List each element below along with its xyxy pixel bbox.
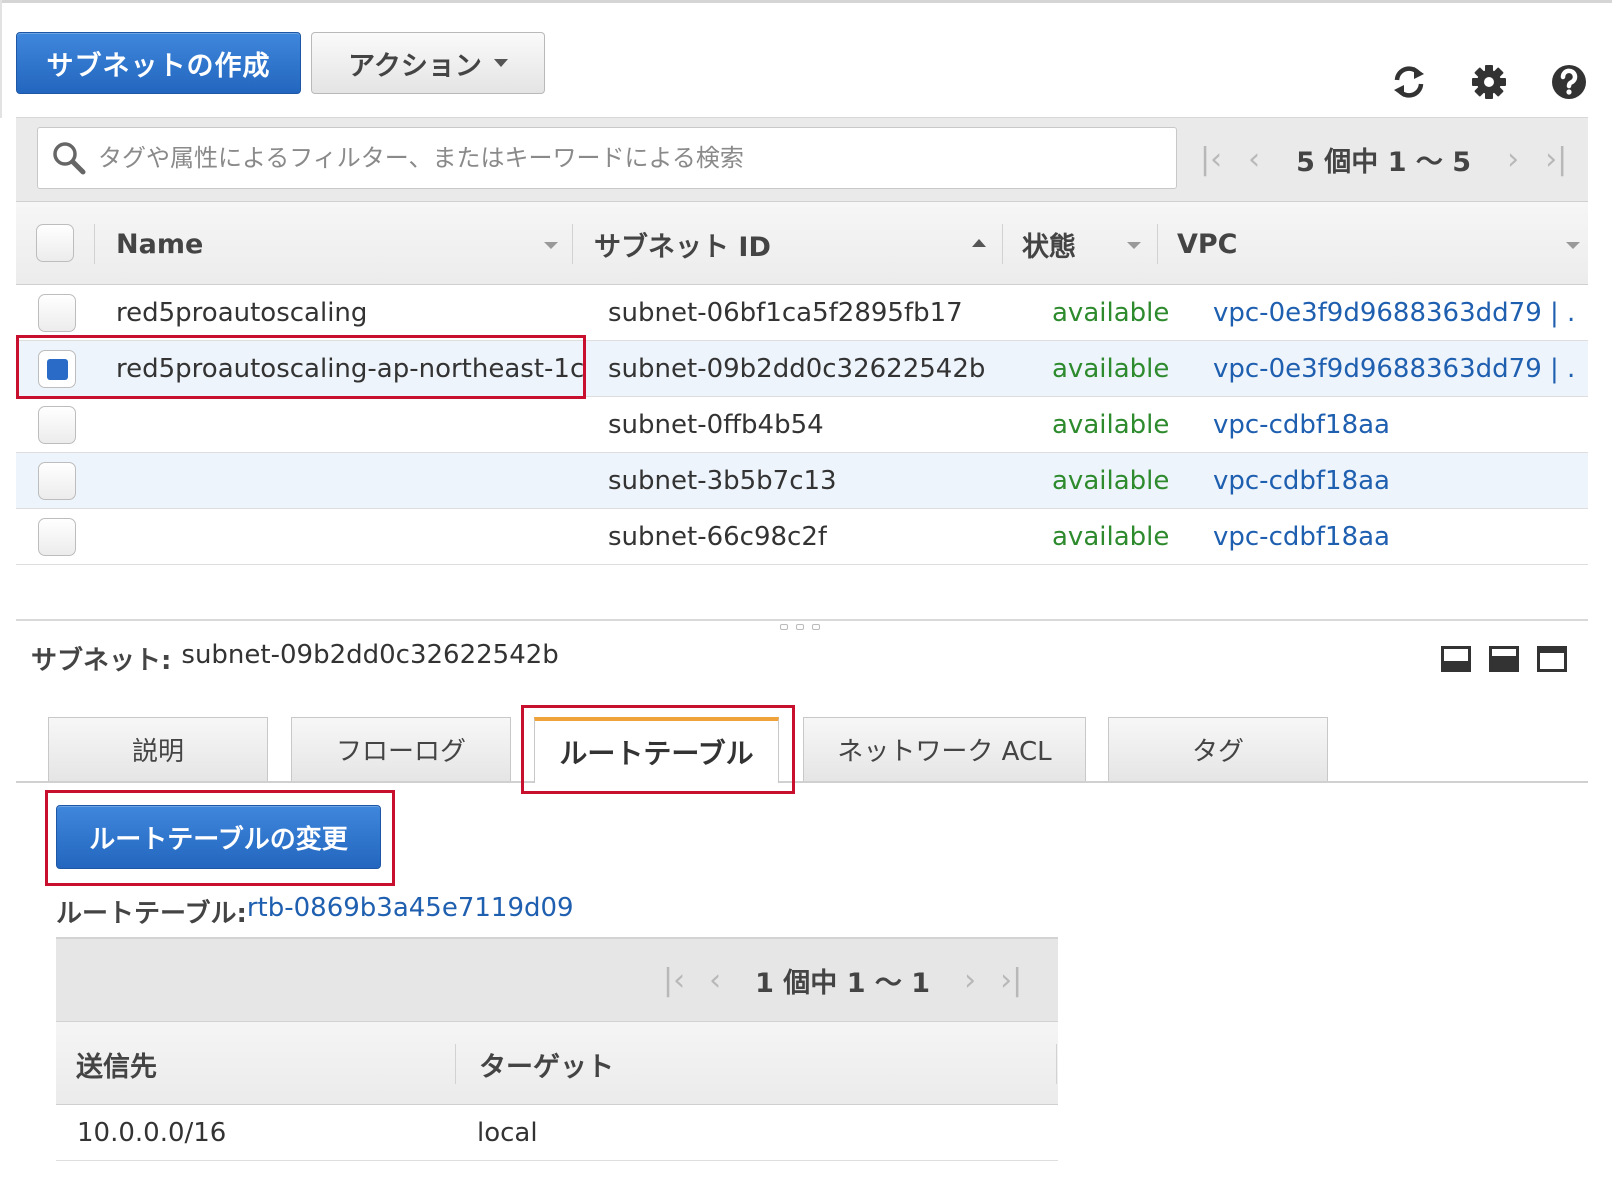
sort-icon[interactable] bbox=[1566, 242, 1580, 249]
layout-bottom-icon[interactable] bbox=[1441, 646, 1471, 672]
tab-network-acl[interactable]: ネットワーク ACL bbox=[803, 717, 1086, 781]
subnet-state: available bbox=[1052, 298, 1170, 328]
search-input[interactable] bbox=[98, 144, 1138, 172]
row-checkbox[interactable] bbox=[38, 294, 76, 332]
subnet-name: red5proautoscaling bbox=[116, 298, 368, 328]
left-rule bbox=[0, 0, 2, 118]
select-all-checkbox[interactable] bbox=[36, 224, 74, 262]
row-checkbox[interactable] bbox=[38, 406, 76, 444]
route-table-label: ルートテーブル: bbox=[56, 899, 247, 929]
layout-full-icon[interactable] bbox=[1537, 646, 1567, 672]
create-subnet-button[interactable]: サブネットの作成 bbox=[16, 32, 301, 94]
pagination-text: 1 個中 1 〜 1 bbox=[755, 968, 931, 999]
column-separator bbox=[455, 1044, 456, 1084]
table-row[interactable]: subnet-0ffb4b54 available vpc-cdbf18aa bbox=[16, 397, 1588, 453]
first-page-icon[interactable]: |‹ bbox=[663, 963, 685, 998]
gear-icon[interactable] bbox=[1467, 60, 1511, 104]
subnet-id: subnet-3b5b7c13 bbox=[608, 466, 837, 496]
column-header-target[interactable]: ターゲット bbox=[479, 1022, 614, 1106]
prev-page-icon[interactable]: ‹ bbox=[709, 963, 721, 998]
sort-asc-icon[interactable] bbox=[972, 239, 986, 247]
resize-grip-icon[interactable] bbox=[780, 624, 820, 630]
next-page-icon[interactable]: › bbox=[1507, 142, 1519, 177]
pagination-text: 5 個中 1 〜 5 bbox=[1296, 147, 1472, 178]
detail-title-label: サブネット: bbox=[31, 646, 172, 676]
last-page-icon[interactable]: ›| bbox=[1000, 963, 1022, 998]
column-header-destination[interactable]: 送信先 bbox=[76, 1022, 157, 1106]
table-row[interactable]: subnet-3b5b7c13 available vpc-cdbf18aa bbox=[16, 453, 1588, 509]
actions-label: アクション bbox=[348, 50, 482, 82]
vpc-link[interactable]: vpc-cdbf18aa bbox=[1213, 397, 1578, 453]
route-row: 10.0.0.0/16 local bbox=[56, 1105, 1058, 1161]
route-table-link[interactable]: rtb-0869b3a45e7119d09 bbox=[247, 893, 574, 930]
row-checkbox[interactable] bbox=[38, 518, 76, 556]
chevron-down-icon bbox=[493, 59, 508, 67]
subnet-state: available bbox=[1052, 410, 1170, 440]
highlight-edit-route-button bbox=[45, 790, 395, 886]
tab-flow-logs[interactable]: フローログ bbox=[291, 717, 511, 781]
column-header-name[interactable]: Name bbox=[116, 202, 203, 286]
routes-table-header: 送信先 ターゲット bbox=[56, 1021, 1058, 1105]
sort-icon[interactable] bbox=[544, 242, 558, 249]
column-separator bbox=[1002, 224, 1003, 264]
subnet-id: subnet-0ffb4b54 bbox=[608, 410, 824, 440]
column-header-subnet-id[interactable]: サブネット ID bbox=[594, 202, 771, 286]
route-destination: 10.0.0.0/16 bbox=[77, 1118, 227, 1148]
route-target: local bbox=[477, 1118, 538, 1148]
actions-dropdown-button[interactable]: アクション bbox=[311, 32, 545, 94]
refresh-icon[interactable] bbox=[1387, 60, 1431, 104]
tabs-baseline bbox=[16, 781, 1588, 783]
column-separator bbox=[1056, 1044, 1057, 1084]
detail-title-value: subnet-09b2dd0c32622542b bbox=[181, 640, 559, 670]
search-icon bbox=[53, 142, 86, 175]
table-row[interactable]: subnet-66c98c2f available vpc-cdbf18aa bbox=[16, 509, 1588, 565]
next-page-icon[interactable]: › bbox=[964, 963, 976, 998]
layout-half-icon[interactable] bbox=[1489, 646, 1519, 672]
subnet-state: available bbox=[1052, 466, 1170, 496]
top-rule bbox=[0, 0, 1612, 3]
highlight-route-table-tab bbox=[521, 705, 795, 794]
tab-description[interactable]: 説明 bbox=[48, 717, 268, 781]
prev-page-icon[interactable]: ‹ bbox=[1248, 142, 1260, 177]
column-separator bbox=[94, 224, 95, 264]
vpc-link[interactable]: vpc-cdbf18aa bbox=[1213, 509, 1578, 565]
column-header-vpc[interactable]: VPC bbox=[1177, 202, 1238, 286]
vpc-link[interactable]: vpc-0e3f9d9688363dd79 | ... bbox=[1213, 341, 1578, 397]
pagination-routes: |‹ ‹ 1 個中 1 〜 1 › ›| bbox=[663, 961, 1022, 1000]
vpc-link[interactable]: vpc-cdbf18aa bbox=[1213, 453, 1578, 509]
detail-title: サブネット: subnet-09b2dd0c32622542b bbox=[31, 640, 559, 677]
tab-tags[interactable]: タグ bbox=[1108, 717, 1328, 781]
subnet-state: available bbox=[1052, 354, 1170, 384]
panel-splitter[interactable] bbox=[16, 619, 1588, 621]
last-page-icon[interactable]: ›| bbox=[1545, 142, 1567, 177]
help-icon[interactable] bbox=[1547, 60, 1591, 104]
subnet-id: subnet-06bf1ca5f2895fb17 bbox=[608, 298, 963, 328]
first-page-icon[interactable]: |‹ bbox=[1200, 142, 1222, 177]
column-header-state[interactable]: 状態 bbox=[1022, 202, 1076, 286]
pagination-top: |‹ ‹ 5 個中 1 〜 5 › ›| bbox=[1200, 140, 1567, 179]
sort-icon[interactable] bbox=[1127, 242, 1141, 249]
column-separator bbox=[1157, 224, 1158, 264]
subnet-table-header: Name サブネット ID 状態 VPC bbox=[16, 201, 1588, 285]
highlight-selected-row bbox=[16, 335, 586, 399]
table-row[interactable]: red5proautoscaling subnet-06bf1ca5f2895f… bbox=[16, 285, 1588, 341]
column-separator bbox=[572, 224, 573, 264]
search-box[interactable] bbox=[37, 127, 1177, 189]
subnet-id: subnet-66c98c2f bbox=[608, 522, 828, 552]
vpc-link[interactable]: vpc-0e3f9d9688363dd79 | ... bbox=[1213, 285, 1578, 341]
row-checkbox[interactable] bbox=[38, 462, 76, 500]
route-table-line: ルートテーブル: rtb-0869b3a45e7119d09 bbox=[56, 893, 574, 930]
subnet-id: subnet-09b2dd0c32622542b bbox=[608, 354, 986, 384]
subnet-state: available bbox=[1052, 522, 1170, 552]
